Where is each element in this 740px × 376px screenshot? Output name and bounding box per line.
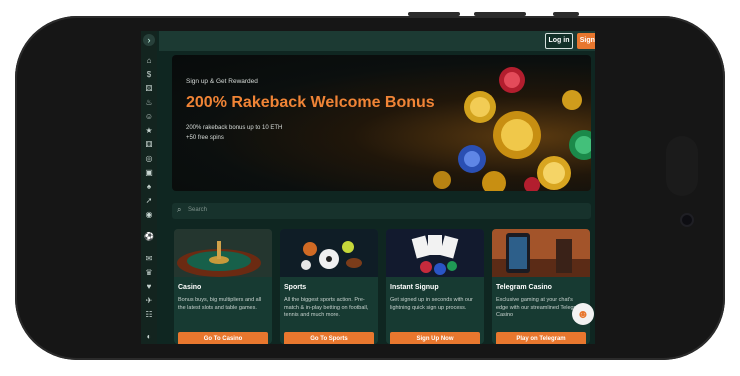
volume-button: [474, 12, 526, 16]
trophy-icon[interactable]: ♛: [144, 268, 154, 278]
dynamic-island: [666, 136, 698, 196]
search-input[interactable]: Search: [188, 207, 207, 213]
star-icon[interactable]: ★: [144, 126, 154, 136]
hero-details: 200% rakeback bonus up to 10 ETH +50 fre…: [186, 123, 282, 143]
chat-support-icon[interactable]: ☻: [572, 303, 594, 325]
slots-icon[interactable]: ▣: [144, 168, 154, 178]
soccer-icon[interactable]: ⚽: [144, 232, 154, 242]
hero-line: +50 free spins: [186, 135, 224, 141]
spade-icon[interactable]: ♠: [144, 182, 154, 192]
sign-up-now-button[interactable]: Sign Up Now: [390, 332, 480, 344]
card-title: Sports: [284, 284, 307, 291]
shield-icon[interactable]: ◐: [144, 332, 154, 342]
hero-line: 200% rakeback bonus up to 10 ETH: [186, 125, 283, 131]
go-to-casino-button[interactable]: Go To Casino: [178, 332, 268, 344]
heart-icon[interactable]: ♥: [144, 282, 154, 292]
app-screen: › ⌂ $ ⚄ ♨ ☺ ★ ⚅ ◎ ▣ ♠ ➚ ◉ ⚽ ✉ ♛ ♥ ✈ ☷ ◐ …: [141, 31, 595, 344]
target-icon[interactable]: ◉: [144, 210, 154, 220]
card-title: Instant Signup: [390, 284, 439, 291]
sidebar-toggle-button[interactable]: ›: [143, 34, 155, 46]
signup-button[interactable]: Sign Up: [577, 33, 595, 49]
card-description: All the biggest sports action. Pre-match…: [284, 297, 369, 318]
home-icon[interactable]: ⌂: [144, 56, 154, 66]
telegram-phone-image: [492, 229, 590, 277]
power-button: [553, 12, 579, 16]
hero-eyebrow: Sign up & Get Rewarded: [186, 78, 258, 85]
sidebar: › ⌂ $ ⚄ ♨ ☺ ★ ⚅ ◎ ▣ ♠ ➚ ◉ ⚽ ✉ ♛ ♥ ✈ ☷ ◐: [141, 31, 157, 344]
sports-card[interactable]: Sports All the biggest sports action. Pr…: [280, 229, 378, 344]
rocket-icon[interactable]: ➚: [144, 196, 154, 206]
play-on-telegram-button[interactable]: Play on Telegram: [496, 332, 586, 344]
roulette-image: [174, 229, 272, 277]
megaphone-icon[interactable]: ✉: [144, 254, 154, 264]
telegram-casino-card[interactable]: Telegram Casino Exclusive gaming at your…: [492, 229, 590, 344]
fire-icon[interactable]: ♨: [144, 98, 154, 108]
casino-card[interactable]: Casino Bonus buys, big multipliers and a…: [174, 229, 272, 344]
cards-chips-image: [386, 229, 484, 277]
instant-signup-card[interactable]: Instant Signup Get signed up in seconds …: [386, 229, 484, 344]
hero-headline: 200% Rakeback Welcome Bonus: [186, 94, 435, 111]
roulette-icon[interactable]: ◎: [144, 154, 154, 164]
login-button[interactable]: Log in: [545, 33, 573, 49]
dice-icon[interactable]: ⚅: [144, 140, 154, 150]
carousel-dots[interactable]: [376, 183, 386, 191]
card-title: Telegram Casino: [496, 284, 552, 291]
top-bar: Log in Sign Up: [159, 31, 595, 51]
users-icon[interactable]: ☺: [144, 112, 154, 122]
go-to-sports-button[interactable]: Go To Sports: [284, 332, 374, 344]
telegram-icon[interactable]: ✈: [144, 296, 154, 306]
volume-button: [408, 12, 460, 16]
sports-balls-image: [280, 229, 378, 277]
dice-icon[interactable]: ⚄: [144, 84, 154, 94]
search-bar[interactable]: ⌕ Search: [172, 203, 591, 219]
card-description: Bonus buys, big multipliers and all the …: [178, 297, 262, 311]
dollar-icon[interactable]: $: [144, 70, 154, 80]
camera-icon: [682, 215, 692, 225]
hero-banner[interactable]: Sign up & Get Rewarded 200% Rakeback Wel…: [172, 55, 591, 191]
card-description: Get signed up in seconds with our lightn…: [390, 297, 473, 311]
search-icon: ⌕: [177, 205, 182, 214]
group-icon[interactable]: ☷: [144, 310, 154, 320]
card-title: Casino: [178, 284, 202, 291]
